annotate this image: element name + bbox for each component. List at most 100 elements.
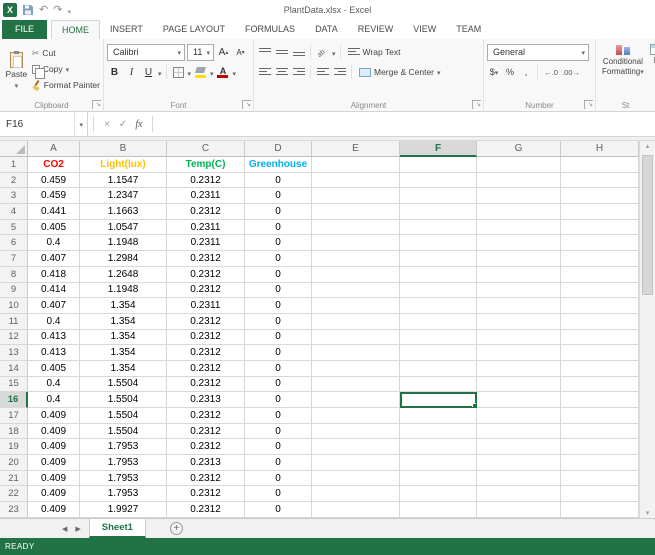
tab-home[interactable]: HOME <box>51 20 100 39</box>
row-header-13[interactable]: 13 <box>0 345 28 361</box>
cell-G3[interactable] <box>477 188 561 204</box>
cell-G18[interactable] <box>477 424 561 440</box>
row-header-7[interactable]: 7 <box>0 251 28 267</box>
column-header-E[interactable]: E <box>312 141 400 157</box>
cell-H7[interactable] <box>561 251 639 267</box>
row-header-22[interactable]: 22 <box>0 486 28 502</box>
cell-A17[interactable]: 0.409 <box>28 408 80 424</box>
copy-button[interactable]: Copy <box>30 61 100 77</box>
cell-H22[interactable] <box>561 486 639 502</box>
cell-C10[interactable]: 0.2311 <box>167 298 245 314</box>
cell-G2[interactable] <box>477 173 561 189</box>
cell-H8[interactable] <box>561 267 639 283</box>
cell-D7[interactable]: 0 <box>245 251 312 267</box>
add-sheet-button[interactable]: + <box>170 522 183 535</box>
align-bottom-button[interactable] <box>291 44 306 61</box>
cell-E11[interactable] <box>312 314 400 330</box>
name-box-dropdown[interactable] <box>74 112 87 136</box>
cell-H16[interactable] <box>561 392 639 408</box>
cell-A13[interactable]: 0.413 <box>28 345 80 361</box>
cell-G23[interactable] <box>477 502 561 518</box>
cell-D18[interactable]: 0 <box>245 424 312 440</box>
cell-E19[interactable] <box>312 439 400 455</box>
row-header-2[interactable]: 2 <box>0 173 28 189</box>
cell-A12[interactable]: 0.413 <box>28 330 80 346</box>
font-size-select[interactable]: 11 <box>187 44 214 61</box>
cell-A11[interactable]: 0.4 <box>28 314 80 330</box>
cell-A7[interactable]: 0.407 <box>28 251 80 267</box>
cell-F3[interactable] <box>400 188 477 204</box>
cell-D5[interactable]: 0 <box>245 220 312 236</box>
cell-F22[interactable] <box>400 486 477 502</box>
cell-D4[interactable]: 0 <box>245 204 312 220</box>
cell-B17[interactable]: 1.5504 <box>80 408 167 424</box>
cell-C9[interactable]: 0.2312 <box>167 283 245 299</box>
cell-A21[interactable]: 0.409 <box>28 471 80 487</box>
font-color-button[interactable] <box>216 64 231 81</box>
cell-D22[interactable]: 0 <box>245 486 312 502</box>
cell-E21[interactable] <box>312 471 400 487</box>
font-name-select[interactable]: Calibri <box>107 44 185 61</box>
cell-H19[interactable] <box>561 439 639 455</box>
cell-A18[interactable]: 0.409 <box>28 424 80 440</box>
column-header-A[interactable]: A <box>28 141 80 157</box>
cell-B18[interactable]: 1.5504 <box>80 424 167 440</box>
format-as-table-button[interactable]: F <box>647 42 655 99</box>
cell-E9[interactable] <box>312 283 400 299</box>
row-header-4[interactable]: 4 <box>0 204 28 220</box>
cell-G11[interactable] <box>477 314 561 330</box>
number-dialog-launcher[interactable] <box>584 100 593 109</box>
cell-H6[interactable] <box>561 235 639 251</box>
row-header-12[interactable]: 12 <box>0 330 28 346</box>
cell-F16[interactable] <box>400 392 477 408</box>
cell-D10[interactable]: 0 <box>245 298 312 314</box>
align-center-button[interactable] <box>274 64 289 81</box>
row-header-16[interactable]: 16 <box>0 392 28 408</box>
cell-C19[interactable]: 0.2312 <box>167 439 245 455</box>
cell-D6[interactable]: 0 <box>245 235 312 251</box>
cell-H9[interactable] <box>561 283 639 299</box>
row-header-1[interactable]: 1 <box>0 157 28 173</box>
cell-H15[interactable] <box>561 377 639 393</box>
qat-customize-button[interactable] <box>67 1 71 19</box>
conditional-formatting-button[interactable]: Conditional Formatting <box>599 42 647 99</box>
cell-C4[interactable]: 0.2312 <box>167 204 245 220</box>
cell-G13[interactable] <box>477 345 561 361</box>
cell-G5[interactable] <box>477 220 561 236</box>
cell-F6[interactable] <box>400 235 477 251</box>
cell-B1[interactable]: Light(lux) <box>80 157 167 173</box>
tab-formulas[interactable]: FORMULAS <box>235 20 305 39</box>
cell-E22[interactable] <box>312 486 400 502</box>
cell-D19[interactable]: 0 <box>245 439 312 455</box>
format-painter-button[interactable]: Format Painter <box>30 77 100 93</box>
tab-team[interactable]: TEAM <box>446 20 491 39</box>
cell-A20[interactable]: 0.409 <box>28 455 80 471</box>
cell-C2[interactable]: 0.2312 <box>167 173 245 189</box>
cell-E12[interactable] <box>312 330 400 346</box>
cell-F19[interactable] <box>400 439 477 455</box>
cell-B9[interactable]: 1.1948 <box>80 283 167 299</box>
cell-B20[interactable]: 1.7953 <box>80 455 167 471</box>
cell-A8[interactable]: 0.418 <box>28 267 80 283</box>
cell-D20[interactable]: 0 <box>245 455 312 471</box>
cell-H4[interactable] <box>561 204 639 220</box>
cell-H23[interactable] <box>561 502 639 518</box>
cell-H11[interactable] <box>561 314 639 330</box>
cell-G12[interactable] <box>477 330 561 346</box>
cancel-button[interactable]: × <box>99 112 115 136</box>
cell-A14[interactable]: 0.405 <box>28 361 80 377</box>
decrease-font-size-button[interactable] <box>233 44 248 61</box>
cell-A4[interactable]: 0.441 <box>28 204 80 220</box>
row-header-20[interactable]: 20 <box>0 455 28 471</box>
italic-button[interactable]: I <box>124 64 139 81</box>
column-header-G[interactable]: G <box>477 141 561 157</box>
cell-E16[interactable] <box>312 392 400 408</box>
cell-F7[interactable] <box>400 251 477 267</box>
cell-B2[interactable]: 1.1547 <box>80 173 167 189</box>
redo-button[interactable]: ↷ <box>53 3 62 17</box>
currency-format-button[interactable]: $ <box>487 67 501 77</box>
column-header-F[interactable]: F <box>400 141 477 157</box>
cell-C11[interactable]: 0.2312 <box>167 314 245 330</box>
cell-C15[interactable]: 0.2312 <box>167 377 245 393</box>
cell-B19[interactable]: 1.7953 <box>80 439 167 455</box>
